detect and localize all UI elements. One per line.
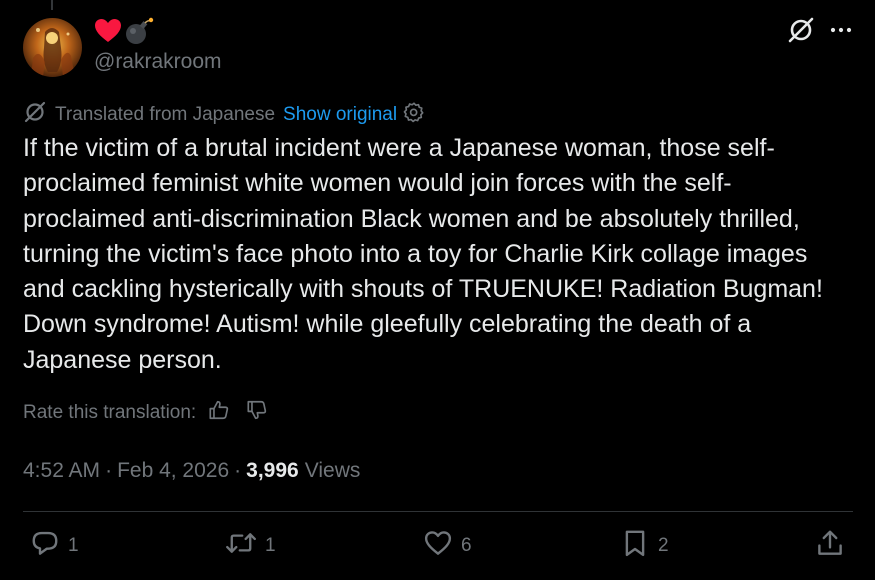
divider xyxy=(23,511,853,512)
bookmark-button[interactable]: 2 xyxy=(620,527,669,565)
gear-icon[interactable] xyxy=(403,101,425,129)
reply-count: 1 xyxy=(68,535,79,556)
tweet-date[interactable]: Feb 4, 2026 xyxy=(117,459,229,483)
thumbs-down-icon[interactable] xyxy=(246,399,268,427)
bomb-icon xyxy=(124,17,154,50)
show-original-link[interactable]: Show original xyxy=(283,104,397,126)
rate-translation: Rate this translation: xyxy=(23,399,268,427)
translate-slash-icon[interactable] xyxy=(787,16,815,44)
author-handle[interactable]: @rakrakroom xyxy=(94,49,222,75)
tweet-actions: 1 1 6 2 xyxy=(0,527,875,565)
translated-from-label: Translated from Japanese xyxy=(55,104,276,125)
share-icon xyxy=(815,528,845,564)
more-options-icon[interactable] xyxy=(829,18,853,42)
meta-separator: · xyxy=(105,459,113,482)
tweet-meta: 4:52 AM · Feb 4, 2026 · 3,996 Views xyxy=(23,456,360,486)
views-label: Views xyxy=(304,459,361,482)
bookmark-icon xyxy=(620,528,650,564)
thumbs-up-icon[interactable] xyxy=(208,399,230,427)
repost-icon xyxy=(225,528,257,564)
rate-translation-label: Rate this translation: xyxy=(23,402,197,423)
bookmark-count: 2 xyxy=(658,535,669,556)
views-count: 3,996 xyxy=(246,459,299,482)
red-heart-icon xyxy=(94,18,122,49)
reply-button[interactable]: 1 xyxy=(30,527,79,565)
translate-slash-icon xyxy=(23,100,47,130)
like-button[interactable]: 6 xyxy=(423,527,472,565)
meta-separator: · xyxy=(234,459,242,482)
repost-count: 1 xyxy=(265,535,276,556)
reply-icon xyxy=(30,528,60,564)
tweet-text: If the victim of a brutal incident were … xyxy=(23,134,823,374)
display-name[interactable] xyxy=(94,17,154,49)
like-count: 6 xyxy=(461,535,472,556)
avatar[interactable] xyxy=(23,18,82,77)
heart-icon xyxy=(423,528,453,564)
translation-notice: Translated from Japanese Show original xyxy=(23,101,425,129)
tweet-time[interactable]: 4:52 AM xyxy=(23,459,100,483)
repost-button[interactable]: 1 xyxy=(225,527,276,565)
share-button[interactable] xyxy=(815,527,845,565)
thread-connector-line xyxy=(51,0,53,10)
